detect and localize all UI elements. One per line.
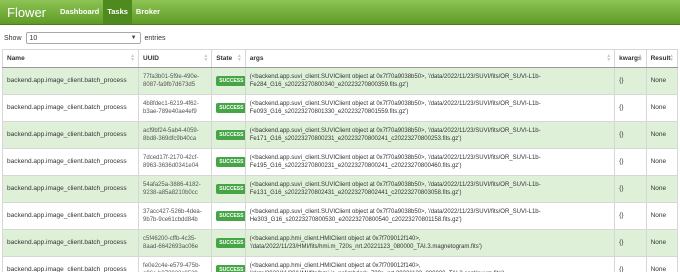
- sort-icon: ▲ ▼: [606, 53, 612, 63]
- table-row[interactable]: backend.app.image_client.batch_process 7…: [1, 67, 679, 95]
- task-result: None: [645, 67, 679, 95]
- task-name: backend.app.image_client.batch_process: [1, 229, 140, 257]
- header-kwargs[interactable]: kwargs ▲ ▼: [614, 49, 647, 68]
- task-kwargs: {}: [614, 256, 647, 272]
- task-kwargs: {}: [614, 121, 647, 149]
- status-badge: SUCCESS: [216, 238, 245, 248]
- task-name: backend.app.image_client.batch_process: [1, 94, 140, 122]
- table-row[interactable]: backend.app.image_client.batch_process 7…: [1, 148, 679, 176]
- header-result[interactable]: Result ▲ ▼: [645, 49, 679, 68]
- state-cell: SUCCESS: [211, 67, 246, 95]
- task-name: backend.app.image_client.batch_process: [1, 148, 140, 176]
- header-state[interactable]: State ▲ ▼: [211, 49, 246, 68]
- state-cell: SUCCESS: [211, 148, 246, 176]
- header-uuid[interactable]: UUID ▲ ▼: [138, 49, 213, 68]
- task-name: backend.app.image_client.batch_process: [1, 121, 140, 149]
- task-uuid-link[interactable]: 37acc427-526b-4dea-9b7b-9ce61cbdd84b: [138, 202, 213, 230]
- table-row[interactable]: backend.app.image_client.batch_process f…: [1, 256, 679, 272]
- task-kwargs: {}: [614, 202, 647, 230]
- header-name[interactable]: Name ▲ ▼: [1, 49, 140, 68]
- status-badge: SUCCESS: [216, 265, 245, 272]
- task-kwargs: {}: [614, 67, 647, 95]
- status-badge: SUCCESS: [216, 211, 245, 221]
- top-navbar: Flower Dashboard Tasks Broker: [0, 0, 680, 25]
- task-args: (<backend.app.suvi_client.SUVIClient obj…: [244, 94, 616, 122]
- status-badge: SUCCESS: [216, 130, 245, 140]
- task-result: None: [645, 175, 679, 203]
- sort-icon: ▲ ▼: [669, 53, 674, 63]
- task-args: (<backend.app.suvi_client.SUVIClient obj…: [244, 202, 616, 230]
- task-result: None: [645, 202, 679, 230]
- task-name: backend.app.image_client.batch_process: [1, 175, 140, 203]
- task-uuid-link[interactable]: 54afa25a-3886-4182-9238-a85a8210b0cc: [138, 175, 213, 203]
- sort-icon: ▲ ▼: [637, 53, 643, 63]
- status-badge: SUCCESS: [216, 157, 245, 167]
- sort-icon: ▲ ▼: [236, 53, 242, 63]
- tab-broker[interactable]: Broker: [132, 0, 164, 24]
- table-header-row: Name ▲ ▼ UUID ▲ ▼ State ▲ ▼ args ▲ ▼ kwargs ▲ ▼ Re…: [1, 49, 679, 68]
- task-kwargs: {}: [614, 94, 647, 122]
- task-kwargs: {}: [614, 148, 647, 176]
- status-badge: SUCCESS: [216, 184, 245, 194]
- entries-label: entries: [144, 34, 166, 42]
- table-length-controls: Show 10 ▼ entries: [0, 27, 680, 49]
- task-result: None: [645, 229, 679, 257]
- task-args: (<backend.app.suvi_client.SUVIClient obj…: [244, 67, 616, 95]
- task-uuid-link[interactable]: acf9bf24-5ab4-4059-8bd8-369dfc9b40ca: [138, 121, 213, 149]
- task-uuid-link[interactable]: 4b8fdec1-6219-4f62-b3ae-789e40ae4ef9: [138, 94, 213, 122]
- sort-icon: ▲ ▼: [203, 53, 209, 63]
- state-cell: SUCCESS: [211, 256, 246, 272]
- status-badge: SUCCESS: [216, 76, 245, 86]
- task-uuid-link[interactable]: 7dced17f-2170-42cf-8963-3636d0341e04: [138, 148, 213, 176]
- task-result: None: [645, 121, 679, 149]
- task-args: (<backend.app.suvi_client.SUVIClient obj…: [244, 121, 616, 149]
- task-kwargs: {}: [614, 229, 647, 257]
- table-row[interactable]: backend.app.image_client.batch_process 5…: [1, 175, 679, 203]
- task-uuid-link[interactable]: c5f46200-cffb-4c35-8aad-6642693ac06e: [138, 229, 213, 257]
- state-cell: SUCCESS: [211, 94, 246, 122]
- status-badge: SUCCESS: [216, 103, 245, 113]
- page-size-select[interactable]: 10 ▼: [25, 32, 141, 44]
- page-size-value: 10: [29, 34, 38, 42]
- task-name: backend.app.image_client.batch_process: [1, 67, 140, 95]
- table-row[interactable]: backend.app.image_client.batch_process a…: [1, 121, 679, 149]
- task-args: (<backend.app.suvi_client.SUVIClient obj…: [244, 175, 616, 203]
- task-args: (<backend.app.hmi_client.HMIClient objec…: [244, 229, 616, 257]
- sort-icon: ▲ ▼: [130, 53, 136, 63]
- task-kwargs: {}: [614, 175, 647, 203]
- header-args[interactable]: args ▲ ▼: [244, 49, 616, 68]
- task-args: (<backend.app.hmi_client.HMIClient objec…: [244, 256, 616, 272]
- state-cell: SUCCESS: [211, 202, 246, 230]
- task-name: backend.app.image_client.batch_process: [1, 202, 140, 230]
- chevron-down-icon: ▼: [130, 35, 137, 41]
- tab-dashboard[interactable]: Dashboard: [56, 0, 103, 24]
- table-row[interactable]: backend.app.image_client.batch_process 3…: [1, 202, 679, 230]
- show-label: Show: [4, 34, 22, 42]
- state-cell: SUCCESS: [211, 121, 246, 149]
- table-row[interactable]: backend.app.image_client.batch_process 4…: [1, 94, 679, 122]
- task-uuid-link[interactable]: 77fa3b01-5f9e-490e-8087-fa9fb7d673d5: [138, 67, 213, 95]
- task-name: backend.app.image_client.batch_process: [1, 256, 140, 272]
- tasks-table: Name ▲ ▼ UUID ▲ ▼ State ▲ ▼ args ▲ ▼ kwargs ▲ ▼ Re…: [1, 49, 679, 272]
- task-args: (<backend.app.suvi_client.SUVIClient obj…: [244, 148, 616, 176]
- task-result: None: [645, 148, 679, 176]
- task-uuid-link[interactable]: fe0e2c4e-e579-475b-a96c-b372022c8529: [138, 256, 213, 272]
- task-result: None: [645, 94, 679, 122]
- brand-logo[interactable]: Flower: [0, 5, 56, 20]
- tab-tasks[interactable]: Tasks: [103, 0, 132, 24]
- task-result: None: [645, 256, 679, 272]
- state-cell: SUCCESS: [211, 175, 246, 203]
- state-cell: SUCCESS: [211, 229, 246, 257]
- table-row[interactable]: backend.app.image_client.batch_process c…: [1, 229, 679, 257]
